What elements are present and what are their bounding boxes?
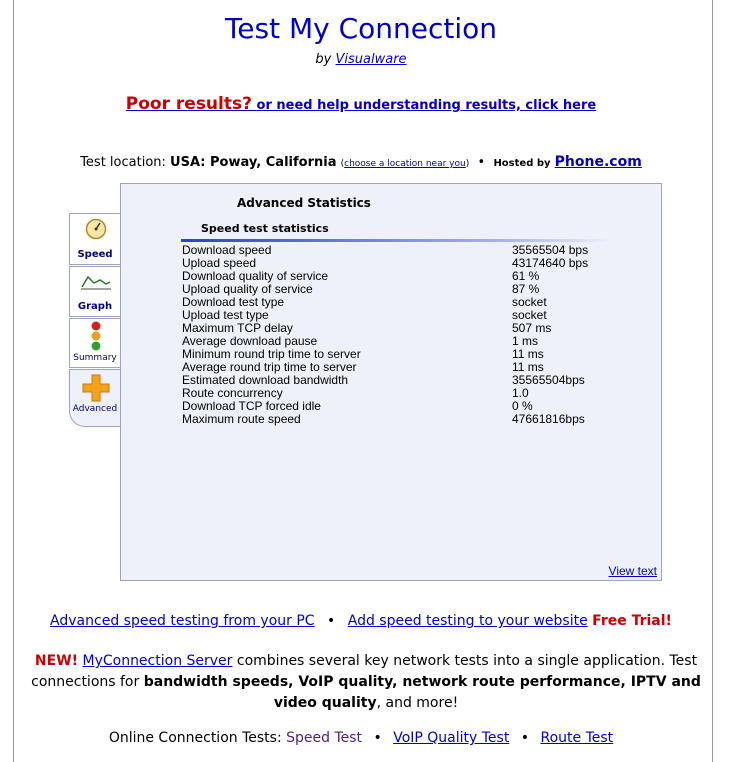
host-link[interactable]: Phone.com — [555, 154, 642, 170]
online-tests-row: Online Connection Tests: Speed Test • Vo… — [0, 730, 722, 746]
stat-label: Maximum route speed — [182, 412, 301, 426]
speedometer-icon — [85, 218, 107, 240]
online-tests-prefix: Online Connection Tests: — [108, 730, 282, 746]
byline: by Visualware — [0, 52, 722, 67]
voip-quality-test-link[interactable]: VoIP Quality Test — [393, 730, 509, 746]
location-value: USA: Poway, California — [170, 155, 337, 170]
separator-bullet: • — [327, 613, 336, 629]
stat-value: 47661816bps — [512, 412, 585, 426]
help-link-row: Poor results? or need help understanding… — [0, 94, 722, 114]
add-speed-testing-link[interactable]: Add speed testing to your website — [348, 613, 588, 629]
subtitle-underline — [181, 239, 611, 242]
help-understanding-text: or need help understanding results, clic… — [251, 98, 597, 113]
separator-bullet: • — [520, 730, 530, 746]
byline-prefix: by — [315, 52, 332, 67]
tab-speed[interactable]: Speed — [69, 213, 121, 265]
view-text-link[interactable]: View text — [609, 564, 657, 578]
panel-title: Advanced Statistics — [237, 196, 371, 210]
page-title: Test My Connection — [224, 12, 498, 45]
tab-advanced[interactable]: Advanced — [69, 369, 121, 427]
tab-graph[interactable]: Graph — [69, 266, 121, 317]
poor-results-text: Poor results? — [125, 94, 252, 114]
test-location-row: Test location: USA: Poway, California (c… — [80, 154, 642, 170]
page-frame-right — [712, 0, 713, 762]
orange-plus-icon — [82, 374, 110, 402]
advanced-speed-testing-link[interactable]: Advanced speed testing from your PC — [50, 613, 315, 629]
location-prefix: Test location: — [80, 155, 166, 170]
free-trial-text: Free Trial! — [592, 613, 672, 629]
tab-summary-label: Summary — [73, 353, 117, 363]
separator-bullet: • — [373, 730, 382, 746]
promo-paragraph: NEW! MyConnection Server combines severa… — [30, 651, 702, 714]
traffic-light-icon — [91, 321, 101, 351]
visualware-link[interactable]: Visualware — [336, 52, 407, 67]
tab-advanced-label: Advanced — [72, 404, 118, 414]
speed-test-link[interactable]: Speed Test — [286, 730, 362, 746]
tab-graph-label: Graph — [77, 301, 113, 312]
new-badge: NEW! — [34, 653, 79, 669]
tab-speed-label: Speed — [77, 249, 113, 260]
separator-bullet: • — [473, 155, 490, 170]
advanced-links-row: Advanced speed testing from your PC • Ad… — [0, 613, 722, 629]
advanced-statistics-panel: Advanced Statistics Speed test statistic… — [120, 183, 662, 581]
poor-results-link[interactable]: Poor results? or need help understanding… — [125, 94, 597, 114]
promo-text-2: , and more! — [376, 695, 459, 711]
panel-subtitle: Speed test statistics — [201, 222, 329, 235]
line-graph-icon — [81, 275, 111, 290]
page-frame-left — [13, 0, 14, 762]
hosted-by-label: Hosted by — [493, 158, 551, 169]
choose-location-link[interactable]: choose a location near you — [344, 159, 466, 169]
myconnection-server-link[interactable]: MyConnection Server — [82, 653, 232, 669]
route-test-link[interactable]: Route Test — [541, 730, 614, 746]
tab-summary[interactable]: Summary — [69, 318, 121, 368]
